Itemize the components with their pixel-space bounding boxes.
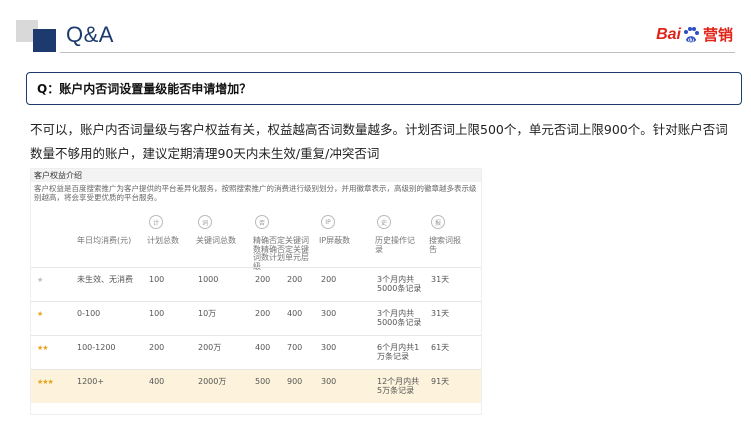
keyword-icon: 词: [198, 215, 212, 229]
cell-ip: 300: [321, 377, 337, 386]
brand-marketing: 营销: [702, 27, 733, 44]
ip-block-icon: IP: [321, 215, 335, 229]
cell-plans: 200: [149, 343, 165, 352]
cell-history: 12个月内共5万条记录: [377, 377, 420, 395]
cell-keywords: 1000: [198, 275, 219, 284]
cell-spend: 100-1200: [77, 343, 116, 352]
cell-ip: 300: [321, 309, 337, 318]
cell-keywords: 200万: [198, 343, 222, 352]
cell-plans: 400: [149, 377, 165, 386]
title-deco-square-navy: [33, 29, 56, 52]
header-divider: [60, 52, 735, 53]
cell-ip: 200: [321, 275, 337, 284]
page-title: Q&A: [66, 22, 114, 47]
cell-spend: 1200+: [77, 377, 105, 386]
level-badge-icon: ★★★: [37, 378, 54, 386]
cell-history: 3个月内共5000条记录: [377, 309, 422, 327]
plan-icon: 计: [149, 215, 163, 229]
col-header-spend: 年日均消费(元): [77, 236, 132, 245]
customer-rights-screenshot: 客户权益介绍 客户权益是百度搜索推广为客户提供的平台差异化服务，按照搜索推广的消…: [30, 168, 482, 415]
rights-table: 年日均消费(元) 计 计划总数 词 关键词总数 否 精确否定关键词数精确否定关键…: [31, 209, 481, 403]
level-badge-icon: ★: [37, 310, 43, 318]
col-header-plans: 计划总数: [147, 236, 179, 245]
cell-neg-unit: 400: [287, 309, 303, 318]
col-header-keywords: 关键词总数: [196, 236, 236, 245]
baidu-paw-icon: du: [682, 26, 700, 44]
answer-text: 不可以，账户内否词量级与客户权益有关，权益越高否词数量越多。计划否词上限500个…: [30, 122, 728, 161]
rights-table-header: 年日均消费(元) 计 计划总数 词 关键词总数 否 精确否定关键词数精确否定关键…: [31, 209, 481, 270]
cell-plans: 100: [149, 309, 165, 318]
col-header-history: 历史操作记录: [375, 236, 415, 254]
cell-report: 31天: [431, 275, 450, 284]
cell-spend: 未生效、无消费: [77, 275, 133, 284]
cell-neg-unit: 200: [287, 275, 303, 284]
cell-report: 61天: [431, 343, 450, 352]
table-row-highlighted: ★★★ 1200+ 400 2000万 500 900 300 12个月内共5万…: [31, 369, 481, 403]
cell-plans: 100: [149, 275, 165, 284]
cell-neg-plan: 200: [255, 275, 271, 284]
cell-report: 31天: [431, 309, 450, 318]
question-box: Q：账户内否词设置量级能否申请增加？: [26, 72, 742, 105]
col-header-negative: 精确否定关键词数精确否定关键词数计划单元层级: [253, 236, 309, 271]
col-header-ip: IP屏蔽数: [319, 236, 351, 245]
level-badge-icon: ★★: [37, 344, 49, 352]
cell-history: 3个月内共5000条记录: [377, 275, 422, 293]
brand-bai: Bai: [656, 25, 681, 43]
level-badge-icon: ★: [37, 276, 43, 284]
question-text: Q：账户内否词设置量级能否申请增加？: [37, 82, 252, 96]
table-row: ★★ 100-1200 200 200万 400 700 300 6个月内共1万…: [31, 335, 481, 369]
cell-ip: 300: [321, 343, 337, 352]
cell-neg-plan: 500: [255, 377, 271, 386]
cell-neg-unit: 700: [287, 343, 303, 352]
baidu-marketing-logo: Bai du 营销: [656, 24, 733, 45]
col-header-report: 搜索词报告: [429, 236, 461, 254]
table-row: ★ 未生效、无消费 100 1000 200 200 200 3个月内共5000…: [31, 267, 481, 301]
brand-du: du: [688, 37, 694, 43]
search-report-icon: 报: [431, 215, 445, 229]
cell-history: 6个月内共1万条记录: [377, 343, 420, 361]
negative-keyword-icon: 否: [255, 215, 269, 229]
screenshot-title: 客户权益介绍: [31, 169, 481, 182]
cell-neg-plan: 200: [255, 309, 271, 318]
screenshot-description: 客户权益是百度搜索推广为客户提供的平台差异化服务，按照搜索推广的消费进行级别划分…: [34, 184, 477, 202]
table-row: ★ 0-100 100 10万 200 400 300 3个月内共5000条记录…: [31, 301, 481, 335]
cell-spend: 0-100: [77, 309, 101, 318]
cell-keywords: 10万: [198, 309, 217, 318]
cell-neg-plan: 400: [255, 343, 271, 352]
history-icon: 史: [377, 215, 391, 229]
cell-report: 91天: [431, 377, 450, 386]
cell-keywords: 2000万: [198, 377, 227, 386]
cell-neg-unit: 900: [287, 377, 303, 386]
